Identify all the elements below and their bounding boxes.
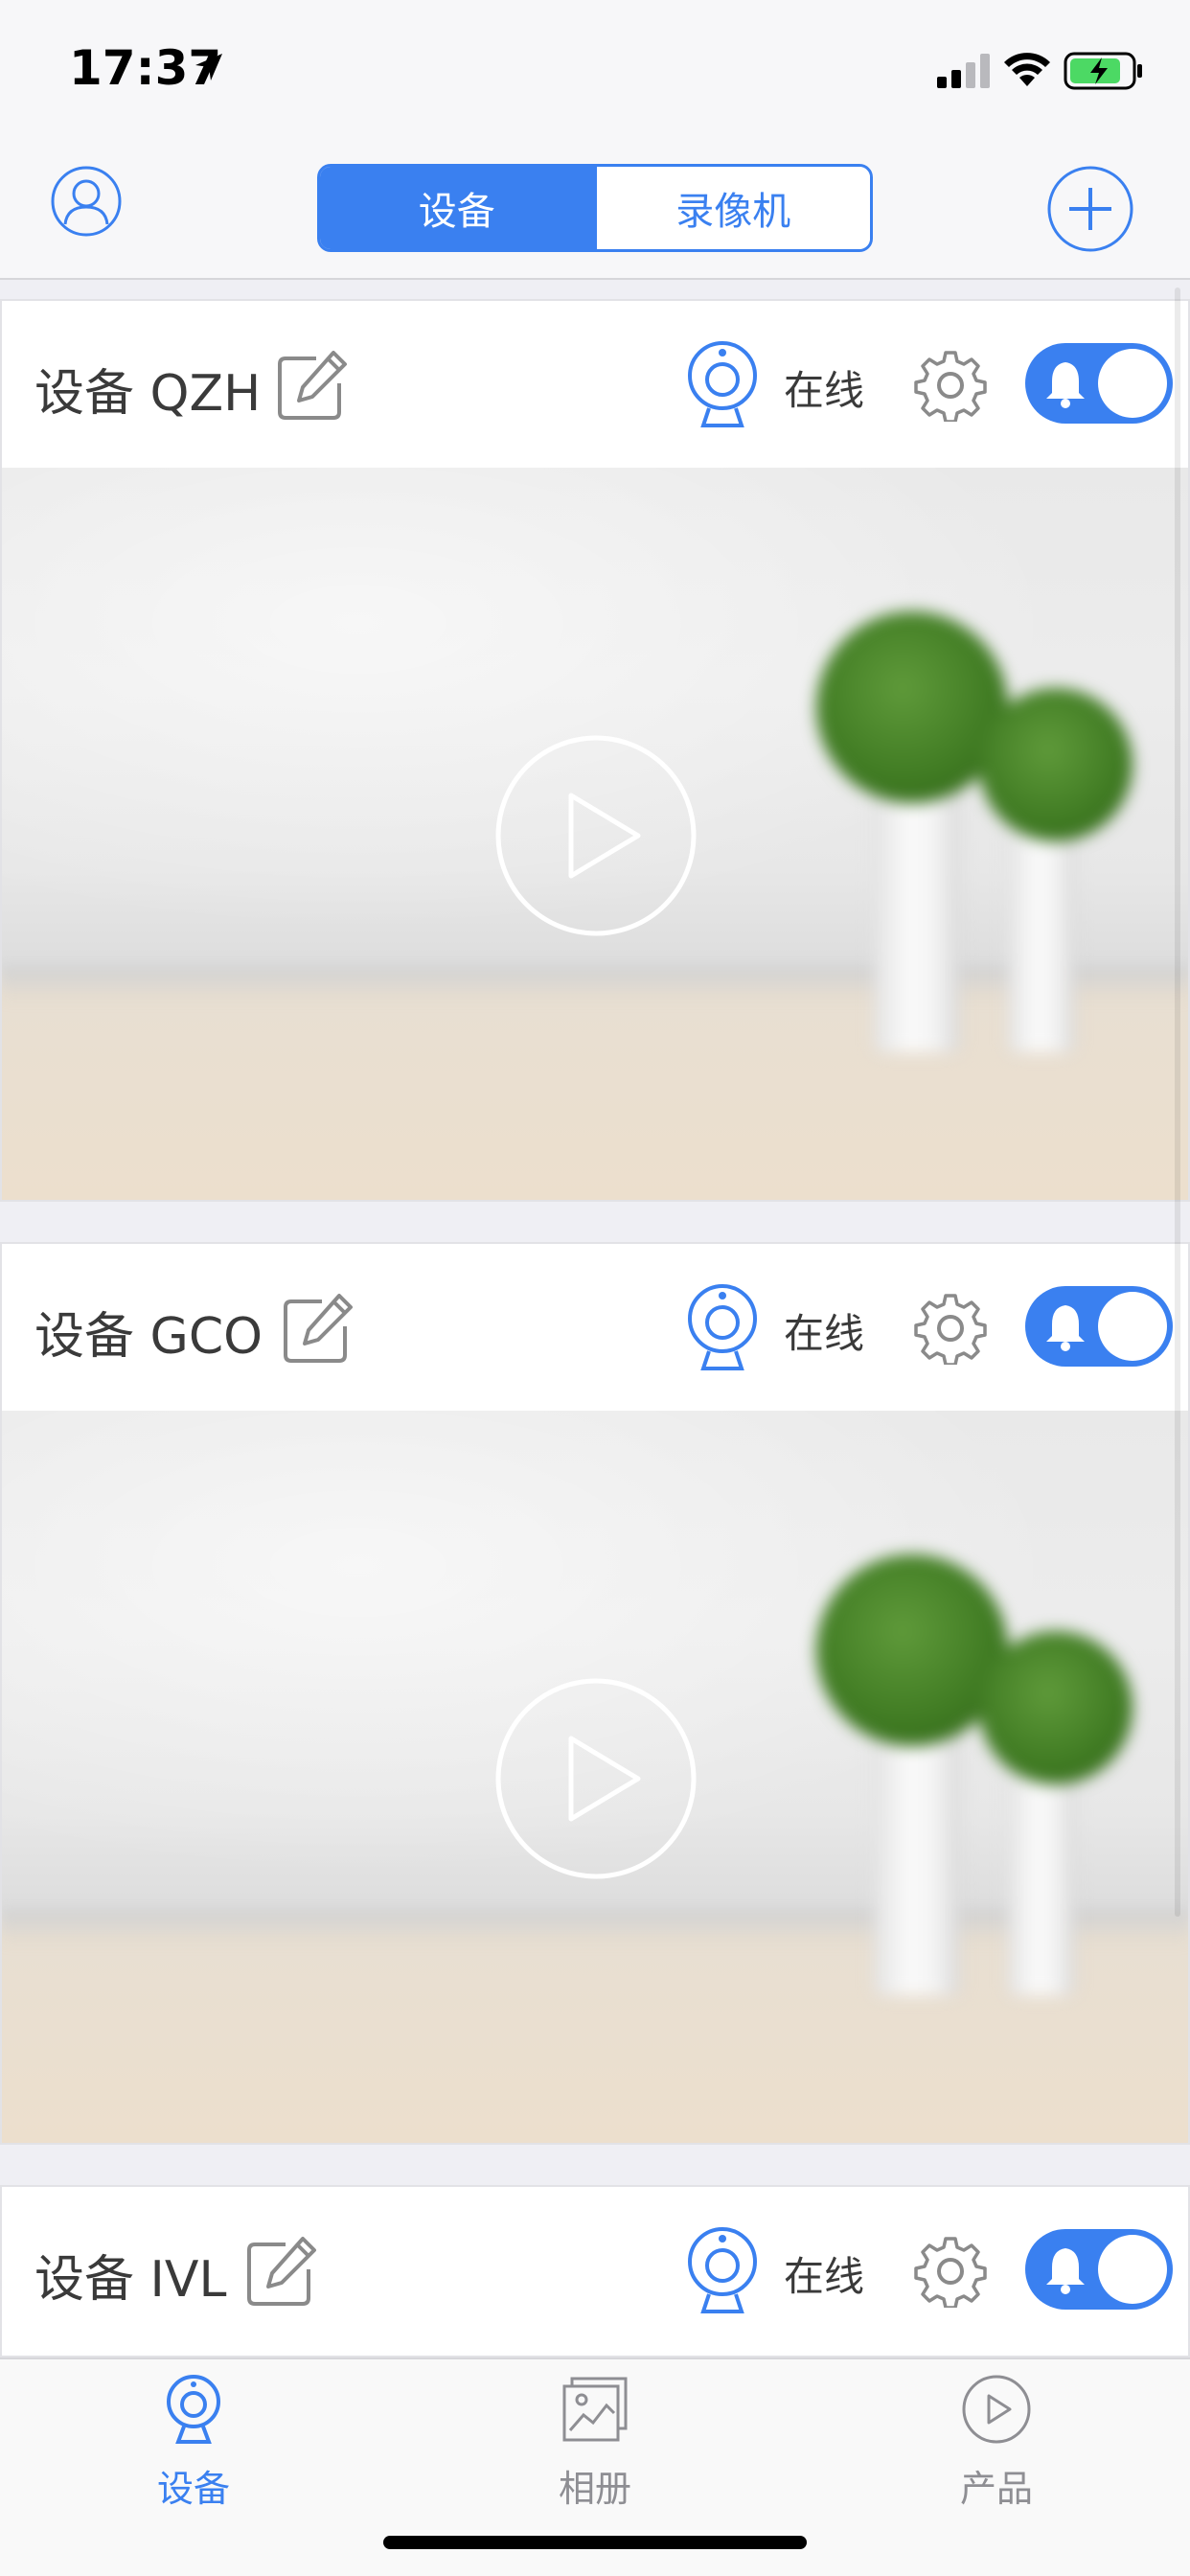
add-device-icon[interactable]	[1046, 165, 1134, 253]
tab-label: 设备	[156, 2468, 230, 2510]
device-card: 设备 GCO 在线	[0, 1242, 1190, 2145]
device-name: 设备 IVL	[34, 2251, 227, 2309]
tab-label: 产品	[959, 2468, 1033, 2510]
device-card-header: 设备 GCO 在线	[2, 1244, 1188, 1411]
play-button-icon[interactable]	[494, 1677, 698, 1880]
settings-gear-icon[interactable]	[914, 349, 987, 422]
online-status: 在线	[784, 2253, 865, 2300]
segment-devices[interactable]: 设备	[320, 167, 594, 249]
album-icon	[562, 2377, 628, 2442]
alert-toggle[interactable]	[1025, 2229, 1173, 2310]
device-card-header: 设备 IVL 在线	[2, 2187, 1188, 2354]
device-card: 设备 QZH 在线	[0, 299, 1190, 1202]
battery-icon	[1064, 52, 1142, 90]
device-card-header: 设备 QZH 在线	[2, 301, 1188, 468]
tab-devices[interactable]: 设备	[98, 2373, 289, 2536]
cellular-signal-icon	[937, 54, 990, 88]
status-bar: 17:37	[0, 0, 1190, 134]
camera-icon	[688, 1284, 757, 1370]
segment-recorders[interactable]: 录像机	[593, 167, 870, 249]
home-indicator	[383, 2536, 807, 2549]
video-preview[interactable]	[2, 468, 1188, 1200]
device-card: 设备 IVL 在线	[0, 2185, 1190, 2358]
plant-image	[788, 1554, 1133, 1995]
segment-control: 设备 录像机	[317, 164, 873, 252]
online-status: 在线	[784, 1310, 865, 1357]
scrollbar[interactable]	[1175, 288, 1180, 1917]
bell-icon	[1046, 2248, 1085, 2294]
alert-toggle[interactable]	[1025, 1286, 1173, 1367]
play-button-icon[interactable]	[494, 734, 698, 937]
nav-bar: 设备 录像机	[0, 134, 1190, 280]
alert-toggle[interactable]	[1025, 343, 1173, 424]
toggle-knob	[1098, 1292, 1167, 1361]
bell-icon	[1046, 362, 1085, 408]
online-status: 在线	[784, 367, 865, 414]
wifi-icon	[1004, 53, 1050, 86]
tab-label: 相册	[558, 2468, 631, 2510]
toggle-knob	[1098, 349, 1167, 418]
camera-icon	[688, 341, 757, 427]
location-arrow-icon	[195, 54, 222, 80]
toggle-knob	[1098, 2235, 1167, 2304]
tab-album[interactable]: 相册	[499, 2373, 691, 2536]
settings-gear-icon[interactable]	[914, 1292, 987, 1365]
edit-name-icon[interactable]	[280, 1290, 356, 1367]
device-name: 设备 GCO	[34, 1308, 263, 1366]
edit-name-icon[interactable]	[243, 2233, 320, 2310]
bell-icon	[1046, 1305, 1085, 1351]
device-name: 设备 QZH	[34, 365, 262, 423]
settings-gear-icon[interactable]	[914, 2235, 987, 2308]
camera-icon	[167, 2375, 220, 2444]
user-profile-icon[interactable]	[50, 165, 123, 238]
plant-image	[788, 611, 1133, 1052]
play-circle-icon	[962, 2375, 1031, 2444]
camera-icon	[688, 2227, 757, 2313]
video-preview[interactable]	[2, 1411, 1188, 2143]
edit-name-icon[interactable]	[274, 347, 351, 424]
tab-products[interactable]: 产品	[901, 2373, 1092, 2536]
